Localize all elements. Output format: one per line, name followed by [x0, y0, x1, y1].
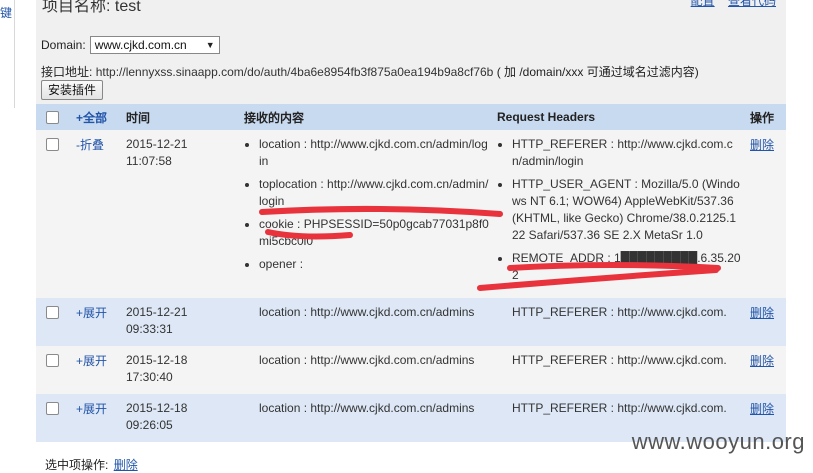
config-link[interactable]: 配置 [691, 0, 715, 8]
bulk-action-label: 选中项操作: [45, 458, 109, 472]
row-clock: 17:30:40 [126, 370, 173, 384]
row-clock: 09:33:31 [126, 322, 173, 336]
bulk-delete-link[interactable]: 删除 [114, 458, 138, 472]
api-hint: ( 加 /domain/xxx 可通过域名过滤内容) [496, 65, 699, 79]
row-content: location : http://www.cjkd.com.cn/admin/… [240, 130, 493, 298]
header-item: HTTP_REFERER : http://www.cjkd.com. [512, 400, 742, 417]
domain-row: Domain: www.cjkd.com.cn ▼ [41, 36, 220, 54]
install-plugin-button[interactable]: 安装插件 [41, 80, 104, 100]
api-url: http://lennyxss.sinaapp.com/do/auth/4ba6… [95, 65, 494, 79]
row-checkbox[interactable] [46, 402, 59, 415]
row-clock: 11:07:58 [126, 154, 172, 168]
records-table: +全部 时间 接收的内容 Request Headers 操作 -折叠 2015… [36, 104, 786, 442]
content-item: location : http://www.cjkd.com.cn/admins [259, 304, 489, 321]
row-content: location : http://www.cjkd.com.cn/admins [240, 298, 493, 346]
row-checkbox[interactable] [46, 354, 59, 367]
api-label: 接口地址: [41, 65, 93, 79]
row-toggle[interactable]: +展开 [76, 402, 107, 416]
select-all-checkbox[interactable] [46, 111, 59, 125]
watermark: www.wooyun.org [631, 429, 805, 454]
row-date: 2015-12-21 [126, 137, 188, 151]
delete-link[interactable]: 删除 [750, 354, 774, 368]
header-item: HTTP_REFERER : http://www.cjkd.com.cn/ad… [512, 136, 742, 170]
row-time: 2015-12-21 09:33:31 [122, 298, 240, 346]
chevron-down-icon: ▼ [205, 40, 215, 50]
row-toggle[interactable]: +展开 [76, 306, 107, 320]
left-sidebar: 键 [0, 0, 15, 108]
table-row: -折叠 2015-12-21 11:07:58 location : http:… [36, 130, 786, 298]
row-checkbox[interactable] [46, 138, 59, 151]
row-date: 2015-12-18 [126, 353, 188, 367]
row-toggle[interactable]: +展开 [76, 354, 107, 368]
header-item: HTTP_REFERER : http://www.cjkd.com. [512, 352, 742, 369]
page-title: 项目名称: test [42, 0, 141, 15]
column-header-time: 时间 [122, 104, 240, 130]
row-content: location : http://www.cjkd.com.cn/admins [240, 346, 493, 394]
content-item: location : http://www.cjkd.com.cn/admins [259, 352, 489, 369]
content-item: location : http://www.cjkd.com.cn/admin/… [259, 136, 489, 170]
column-header-request-headers: Request Headers [493, 104, 746, 130]
row-date: 2015-12-18 [126, 401, 188, 415]
row-time: 2015-12-21 11:07:58 [122, 130, 240, 298]
project-panel: 项目名称: test 配置 查看代码 Domain: www.cjkd.com.… [36, 0, 786, 442]
table-row: +展开 2015-12-21 09:33:31 location : http:… [36, 298, 786, 346]
table-row: +展开 2015-12-18 17:30:40 location : http:… [36, 346, 786, 394]
delete-link[interactable]: 删除 [750, 138, 774, 152]
column-header-content: 接收的内容 [240, 104, 493, 130]
content-item: toplocation : http://www.cjkd.com.cn/adm… [259, 176, 489, 210]
domain-select-value: www.cjkd.com.cn [94, 38, 187, 52]
domain-label: Domain: [41, 38, 86, 52]
row-headers: HTTP_REFERER : http://www.cjkd.com. [493, 346, 746, 394]
column-header-action: 操作 [746, 104, 786, 130]
view-code-link[interactable]: 查看代码 [728, 0, 776, 8]
sidebar-fragment[interactable]: 键 [0, 4, 12, 21]
row-toggle[interactable]: -折叠 [76, 138, 104, 152]
row-time: 2015-12-18 17:30:40 [122, 346, 240, 394]
header-item: REMOTE_ADDR : 1█████████.6.35.202 [512, 250, 742, 284]
content-item: opener : [259, 256, 489, 273]
expand-all-toggle[interactable]: +全部 [76, 111, 107, 125]
row-time: 2015-12-18 09:26:05 [122, 394, 240, 442]
row-clock: 09:26:05 [126, 418, 173, 432]
row-checkbox[interactable] [46, 306, 59, 319]
table-header-row: +全部 时间 接收的内容 Request Headers 操作 [36, 104, 786, 130]
row-date: 2015-12-21 [126, 305, 188, 319]
row-content: location : http://www.cjkd.com.cn/admins [240, 394, 493, 442]
header-links: 配置 查看代码 [681, 0, 776, 9]
row-headers: HTTP_REFERER : http://www.cjkd.com.cn/ad… [493, 130, 746, 298]
row-headers: HTTP_REFERER : http://www.cjkd.com. [493, 298, 746, 346]
content-item: cookie : PHPSESSID=50p0gcab77031p8f0mi5c… [259, 216, 489, 250]
header-item: HTTP_USER_AGENT : Mozilla/5.0 (Windows N… [512, 176, 742, 244]
header-item: HTTP_REFERER : http://www.cjkd.com. [512, 304, 742, 321]
domain-select[interactable]: www.cjkd.com.cn ▼ [89, 36, 220, 54]
api-url-row: 接口地址: http://lennyxss.sinaapp.com/do/aut… [41, 63, 699, 80]
delete-link[interactable]: 删除 [750, 306, 774, 320]
delete-link[interactable]: 删除 [750, 402, 774, 416]
content-item: location : http://www.cjkd.com.cn/admins [259, 400, 489, 417]
